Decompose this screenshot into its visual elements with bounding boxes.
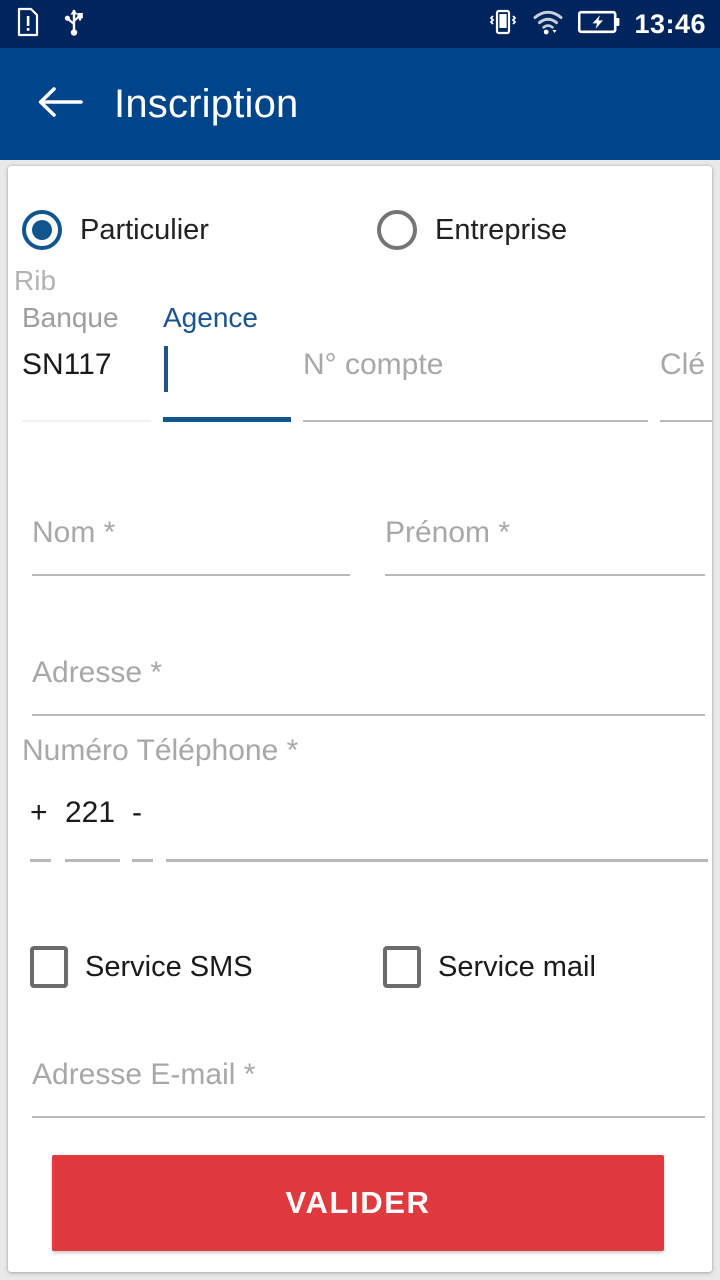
rib-field-group: Banque SN117 Agence N° compte Clé <box>8 302 712 422</box>
rib-underline-numero-compte <box>303 420 648 422</box>
vibrate-icon <box>488 8 518 41</box>
app-bar: Inscription <box>0 48 720 160</box>
radio-unselected-icon <box>377 210 417 250</box>
nom-field[interactable]: Nom * <box>32 516 350 576</box>
account-type-radio-group: Particulier Entreprise <box>8 210 712 266</box>
phone-plus-value: + <box>30 796 48 829</box>
wifi-icon <box>532 8 564 41</box>
phone-separator-value: - <box>132 796 142 829</box>
phone-screen: 13:46 Inscription Particulier Entreprise… <box>0 0 720 1280</box>
radio-label-particulier: Particulier <box>80 213 209 246</box>
radio-selected-icon <box>22 210 62 250</box>
phone-country-code-value: 221 <box>65 796 116 829</box>
rib-underline-cle <box>660 420 712 422</box>
valider-button[interactable]: VALIDER <box>52 1155 664 1251</box>
status-bar-right-icons: 13:46 <box>488 8 720 41</box>
rib-placeholder-numero-compte: N° compte <box>303 348 444 381</box>
usb-icon <box>62 7 86 42</box>
phone-country-code-underline <box>65 859 120 862</box>
rib-section-caption: Rib <box>14 265 57 296</box>
registration-form-card: Particulier Entreprise Rib Banque SN117 … <box>8 166 712 1272</box>
nom-underline <box>32 574 350 576</box>
adresse-field[interactable]: Adresse * <box>32 656 705 716</box>
adresse-underline <box>32 714 705 716</box>
phone-section-label: Numéro Téléphone * <box>22 734 299 767</box>
checkbox-unchecked-icon <box>383 946 421 988</box>
radio-option-particulier[interactable]: Particulier <box>22 210 209 250</box>
rib-label-agence: Agence <box>163 302 258 333</box>
rib-placeholder-cle: Clé <box>660 348 706 381</box>
phone-country-code-field[interactable]: 221 <box>65 796 120 862</box>
prenom-placeholder: Prénom * <box>385 516 511 549</box>
phone-plus-field[interactable]: + <box>30 796 51 862</box>
phone-separator-field[interactable]: - <box>132 796 153 862</box>
status-bar-left-icons <box>0 7 86 42</box>
page-title: Inscription <box>114 81 299 126</box>
checkbox-service-sms[interactable]: Service SMS <box>30 946 253 988</box>
text-cursor <box>164 346 168 392</box>
rib-underline-agence <box>163 417 291 422</box>
prenom-underline <box>385 574 705 576</box>
checkbox-label-service-sms: Service SMS <box>85 950 253 983</box>
phone-field-group: + 221 - <box>8 796 712 862</box>
arrow-left-icon <box>37 85 83 124</box>
radio-label-entreprise: Entreprise <box>435 213 568 246</box>
phone-number-underline <box>166 859 708 862</box>
rib-label-banque: Banque <box>22 302 119 333</box>
email-placeholder: Adresse E-mail * <box>32 1058 256 1091</box>
phone-plus-underline <box>30 859 51 862</box>
email-field[interactable]: Adresse E-mail * <box>32 1058 705 1118</box>
rib-underline-banque <box>22 420 151 422</box>
rib-field-agence[interactable]: Agence <box>163 302 291 422</box>
phone-number-field[interactable] <box>166 796 708 862</box>
battery-charging-icon <box>578 9 620 40</box>
rib-field-numero-compte[interactable]: N° compte <box>303 302 648 422</box>
back-button[interactable] <box>22 85 98 124</box>
radio-option-entreprise[interactable]: Entreprise <box>377 210 567 250</box>
adresse-placeholder: Adresse * <box>32 656 163 689</box>
status-bar-clock: 13:46 <box>634 8 706 39</box>
rib-field-cle[interactable]: Clé <box>660 302 712 422</box>
phone-separator-underline <box>132 859 153 862</box>
rib-value-banque: SN117 <box>22 348 112 381</box>
nom-placeholder: Nom * <box>32 516 116 549</box>
prenom-field[interactable]: Prénom * <box>385 516 705 576</box>
sim-card-alert-icon <box>16 7 40 42</box>
checkbox-label-service-mail: Service mail <box>438 950 596 983</box>
email-underline <box>32 1116 705 1118</box>
checkbox-unchecked-icon <box>30 946 68 988</box>
services-checkbox-group: Service SMS Service mail <box>8 946 712 994</box>
checkbox-service-mail[interactable]: Service mail <box>383 946 596 988</box>
rib-field-banque[interactable]: Banque SN117 <box>22 302 151 422</box>
status-bar: 13:46 <box>0 0 720 48</box>
